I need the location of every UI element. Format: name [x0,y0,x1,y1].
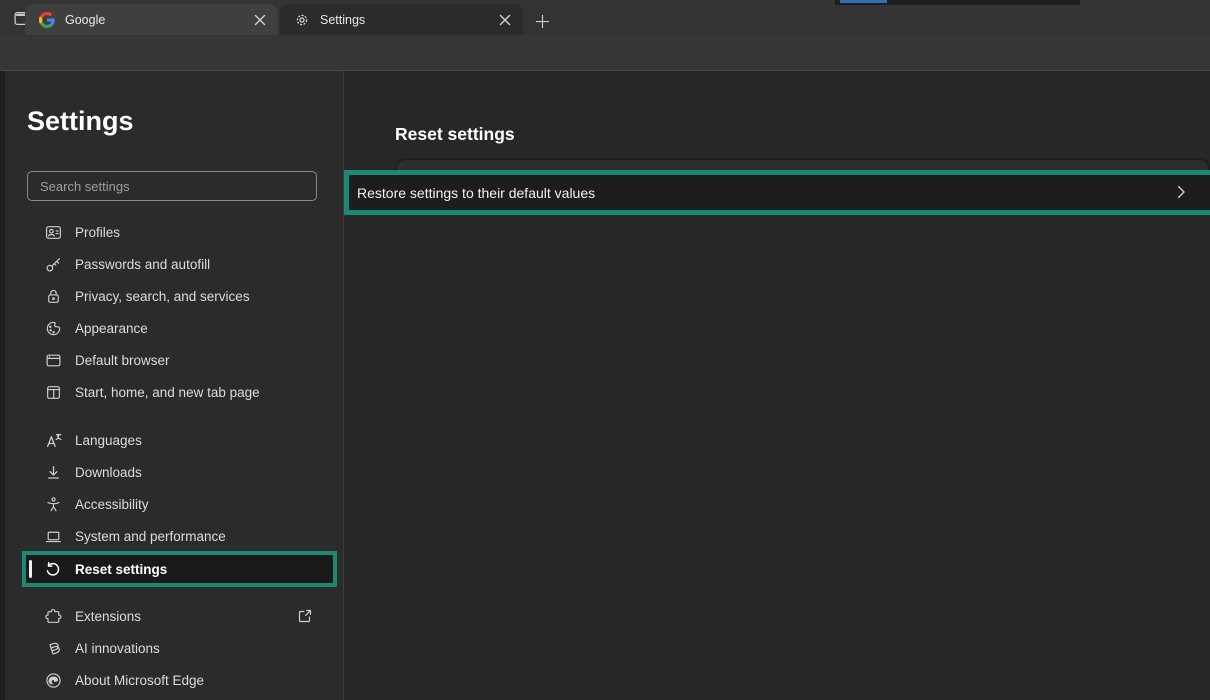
accessibility-icon [45,496,62,513]
sidebar-item-reset-settings[interactable]: Reset settings [26,555,333,583]
search-settings-input[interactable] [27,171,317,201]
sidebar-item-system-performance[interactable]: System and performance [22,520,337,552]
sidebar-item-label: Passwords and autofill [75,257,210,272]
puzzle-icon [45,608,62,625]
sidebar-item-about-edge[interactable]: About Microsoft Edge [22,664,337,696]
browser-window-icon [45,352,62,369]
sidebar-item-label: Accessibility [75,497,149,512]
close-tab-icon[interactable] [251,11,269,29]
sidebar-item-label: Downloads [75,465,142,480]
laptop-icon [45,528,62,545]
sidebar-item-languages[interactable]: Languages [22,424,337,456]
tab-title: Settings [320,13,496,27]
external-link-icon [297,608,313,624]
key-icon [45,256,62,273]
restore-defaults-label: Restore settings to their default values [357,185,595,201]
sidebar-item-profiles[interactable]: Profiles [22,216,337,248]
tab-title: Google [65,13,251,27]
sidebar-divider [343,71,344,700]
reset-icon [45,561,62,578]
google-logo-icon [39,12,55,28]
restore-defaults-row[interactable]: Restore settings to their default values [349,175,1210,210]
sidebar-item-privacy[interactable]: Privacy, search, and services [22,280,337,312]
edge-logo-icon [45,672,62,689]
annotation-highlight-sidebar: Reset settings [22,551,337,587]
sidebar-item-passwords[interactable]: Passwords and autofill [22,248,337,280]
sidebar-item-label: Extensions [75,609,141,624]
palette-icon [45,320,62,337]
sidebar-item-label: Languages [75,433,142,448]
tab-strip: Google Settings [0,0,1210,35]
sidebar-item-label: System and performance [75,529,226,544]
sidebar-item-ai-innovations[interactable]: AI innovations [22,632,337,664]
sidebar-item-downloads[interactable]: Downloads [22,456,337,488]
sidebar-item-label: Privacy, search, and services [75,289,250,304]
sidebar-item-label: AI innovations [75,641,160,656]
chevron-right-icon [1173,184,1189,200]
new-tab-button[interactable] [529,8,555,34]
background-window-accent-line [840,0,887,3]
copilot-icon [45,640,62,657]
sidebar-item-label: Appearance [75,321,148,336]
sidebar-item-accessibility[interactable]: Accessibility [22,488,337,520]
sidebar-item-appearance[interactable]: Appearance [22,312,337,344]
close-tab-icon[interactable] [496,11,514,29]
sidebar-item-label: Default browser [75,353,170,368]
annotation-highlight-row: Restore settings to their default values [344,170,1210,215]
sidebar-item-label: About Microsoft Edge [75,673,204,688]
page-title: Reset settings [395,124,515,145]
sidebar-item-label: Profiles [75,225,120,240]
new-tab-page-icon [45,384,62,401]
download-icon [45,464,62,481]
browser-toolbar: edge://settings/reset [0,35,1210,71]
sidebar-item-label: Start, home, and new tab page [75,385,260,400]
translate-icon [45,432,62,449]
plus-icon [535,14,550,29]
browser-window: Google Settings [0,0,1210,700]
sidebar-item-label: Reset settings [75,562,167,577]
sidebar-item-extensions[interactable]: Extensions [22,600,337,632]
profiles-icon [45,224,62,241]
gear-icon [294,12,310,28]
tab-google[interactable]: Google [25,4,278,35]
sidebar-item-default-browser[interactable]: Default browser [22,344,337,376]
lock-icon [45,288,62,305]
sidebar-item-start-home[interactable]: Start, home, and new tab page [22,376,337,408]
tab-settings[interactable]: Settings [280,4,523,35]
sidebar-title: Settings [27,106,134,137]
selected-indicator [29,560,32,578]
